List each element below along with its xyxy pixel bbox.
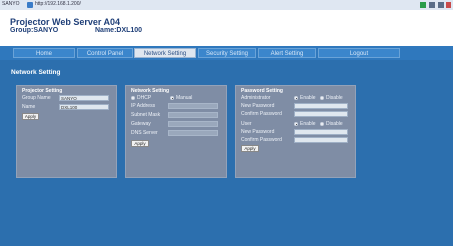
admin-enable-label: Enable <box>300 95 316 101</box>
password-apply-button[interactable]: Apply <box>241 145 259 152</box>
projector-setting-title: Projector Setting <box>22 88 63 94</box>
maximize-icon[interactable] <box>438 2 444 8</box>
network-apply-button[interactable]: Apply <box>131 140 149 147</box>
admin-confirm-password-label: Confirm Password <box>241 111 282 117</box>
admin-new-password-label: New Password <box>241 103 275 109</box>
dns-server-input[interactable] <box>168 130 218 136</box>
page-icon <box>27 2 33 8</box>
admin-enable-radio[interactable] <box>294 96 298 100</box>
tab-security-setting[interactable]: Security Setting <box>198 48 256 58</box>
tab-network-setting[interactable]: Network Setting <box>134 48 196 58</box>
admin-disable-radio[interactable] <box>320 96 324 100</box>
gateway-input[interactable] <box>168 121 218 127</box>
address-bar[interactable]: http://192.168.1.200/ <box>35 1 81 7</box>
user-confirm-password-input[interactable] <box>294 137 348 143</box>
manual-radio[interactable] <box>170 96 174 100</box>
administrator-label: Administrator <box>241 95 271 101</box>
subnet-mask-label: Subnet Mask <box>131 112 161 118</box>
tab-control-panel[interactable]: Control Panel <box>77 48 133 58</box>
user-new-password-label: New Password <box>241 129 275 135</box>
page-header <box>0 10 453 46</box>
admin-confirm-password-input[interactable] <box>294 111 348 117</box>
user-new-password-input[interactable] <box>294 129 348 135</box>
user-disable-radio[interactable] <box>320 122 324 126</box>
network-setting-title: Network Setting <box>131 88 170 94</box>
tab-logout[interactable]: Logout <box>318 48 400 58</box>
ip-address-input[interactable] <box>168 103 218 109</box>
subnet-mask-input[interactable] <box>168 112 218 118</box>
minimize-icon[interactable] <box>429 2 435 8</box>
dns-server-label: DNS Server <box>131 130 158 136</box>
ip-address-label: IP Address <box>131 103 156 109</box>
name-field-label: Name <box>22 104 36 110</box>
user-confirm-password-label: Confirm Password <box>241 137 282 143</box>
tab-home[interactable]: Home <box>13 48 75 58</box>
group-name-input[interactable]: SANYO <box>59 95 109 101</box>
admin-new-password-input[interactable] <box>294 103 348 109</box>
group-label: Group:SANYO <box>10 27 59 34</box>
dhcp-radio[interactable] <box>131 96 135 100</box>
password-setting-title: Password Setting <box>241 88 283 94</box>
name-label: Name:DXL100 <box>95 27 143 34</box>
main-nav: Home Control Panel Network Setting Secur… <box>0 46 453 60</box>
tab-alert-setting[interactable]: Alert Setting <box>258 48 316 58</box>
browser-logo: SANYO <box>2 1 20 7</box>
projector-apply-button[interactable]: Apply <box>22 113 39 120</box>
user-disable-label: Disable <box>326 121 343 127</box>
gateway-label: Gateway <box>131 121 151 127</box>
name-input[interactable]: DXL100 <box>59 104 109 110</box>
status-icon <box>420 2 426 8</box>
user-enable-radio[interactable] <box>294 122 298 126</box>
manual-label: Manual <box>176 95 193 101</box>
admin-disable-label: Disable <box>326 95 343 101</box>
section-title: Network Setting <box>11 69 61 76</box>
user-enable-label: Enable <box>300 121 316 127</box>
close-icon[interactable] <box>446 2 451 8</box>
dhcp-label: DHCP <box>137 95 152 101</box>
user-label: User <box>241 121 252 127</box>
group-name-label: Group Name <box>22 95 51 101</box>
page-title: Projector Web Server A04 <box>10 17 121 27</box>
